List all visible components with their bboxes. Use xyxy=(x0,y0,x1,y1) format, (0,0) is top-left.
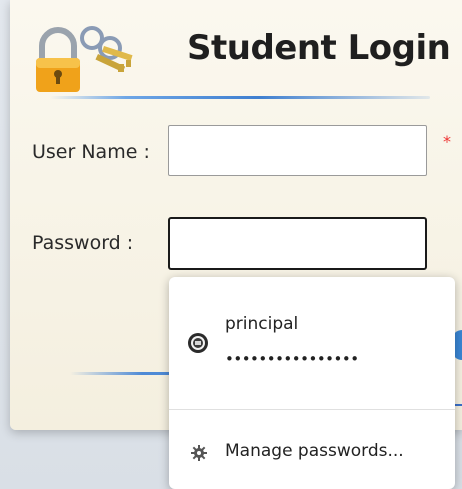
username-label: User Name : xyxy=(32,141,150,163)
password-label: Password : xyxy=(32,232,134,254)
saved-credential-option[interactable] xyxy=(169,297,455,397)
dropdown-separator xyxy=(169,409,455,410)
gear-icon xyxy=(191,445,207,461)
saved-password-mask: •••••••••••••••• xyxy=(225,350,359,368)
forgot-link-edge[interactable] xyxy=(454,404,462,406)
required-marker: * xyxy=(443,132,451,151)
saved-username: principal xyxy=(225,314,299,334)
username-input[interactable] xyxy=(168,125,427,176)
page-title: Student Login xyxy=(187,28,451,68)
site-favicon-icon xyxy=(188,333,208,353)
password-input[interactable] xyxy=(168,217,427,270)
manage-passwords-label: Manage passwords... xyxy=(225,441,404,461)
screen: Student Login User Name : Password : * p… xyxy=(0,0,462,489)
title-divider xyxy=(50,96,430,99)
lock-with-keys-icon xyxy=(36,26,133,92)
autofill-dropdown: principal •••••••••••••••• Manage passwo… xyxy=(169,277,455,489)
